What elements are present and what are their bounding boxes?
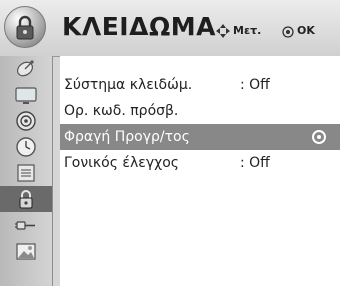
tv-screen-icon [15,87,37,104]
move-hint: Μετ. [216,24,261,38]
ok-hint: OK [282,24,315,38]
move-hint-label: Μετ. [233,24,262,37]
clock-icon [16,137,36,157]
menu-item-label: Φραγή Προγρ/τος [64,129,190,145]
lock-menu-window: ΚΛΕΙΔΩΜΑ Μετ. OK Σύστημα κλειδώμ.: Off … [0,0,340,286]
menu-item-value: : Off [240,77,270,93]
menu-item-parental-control[interactable]: Γονικός έλεγχος : Off [60,150,340,176]
speaker-icon [16,111,36,131]
menu-item-label: Σύστημα κλειδώμ. [64,77,193,93]
sidebar-item-option[interactable] [0,160,52,186]
lock-icon [19,190,33,209]
lock-icon [4,6,46,48]
menu-item-set-password[interactable]: Ορ. κωδ. πρόσβ. [60,98,340,124]
plug-icon [15,221,35,230]
settings-icon [17,164,35,182]
sidebar-item-setup[interactable] [0,56,52,82]
sidebar-item-time[interactable] [0,134,52,160]
ok-hint-label: OK [297,24,315,37]
sidebar-item-picture[interactable] [0,82,52,108]
menu-item-lock-system[interactable]: Σύστημα κλειδώμ. : Off [60,72,340,98]
sidebar-item-audio[interactable] [0,108,52,134]
sidebar-item-lock[interactable] [0,186,52,212]
sidebar-item-usb[interactable] [0,238,52,264]
menu-item-block-programme[interactable]: Φραγή Προγρ/τος [60,124,340,150]
menu-item-label: Ορ. κωδ. πρόσβ. [64,103,179,119]
sidebar [0,56,53,286]
menu-item-label: Γονικός έλεγχος [64,155,179,171]
ok-button-icon [282,26,294,38]
sidebar-item-input[interactable] [0,212,52,238]
satellite-dish-icon [16,60,34,77]
menu-header: ΚΛΕΙΔΩΜΑ Μετ. OK [0,0,340,57]
page-title: ΚΛΕΙΔΩΜΑ [62,12,216,41]
navigation-arrows-icon [216,24,230,38]
photo-icon [16,243,36,260]
ok-radio-icon [312,130,326,144]
menu-list: Σύστημα κλειδώμ. : Off Ορ. κωδ. πρόσβ. Φ… [60,56,340,286]
menu-item-value: : Off [240,155,270,171]
